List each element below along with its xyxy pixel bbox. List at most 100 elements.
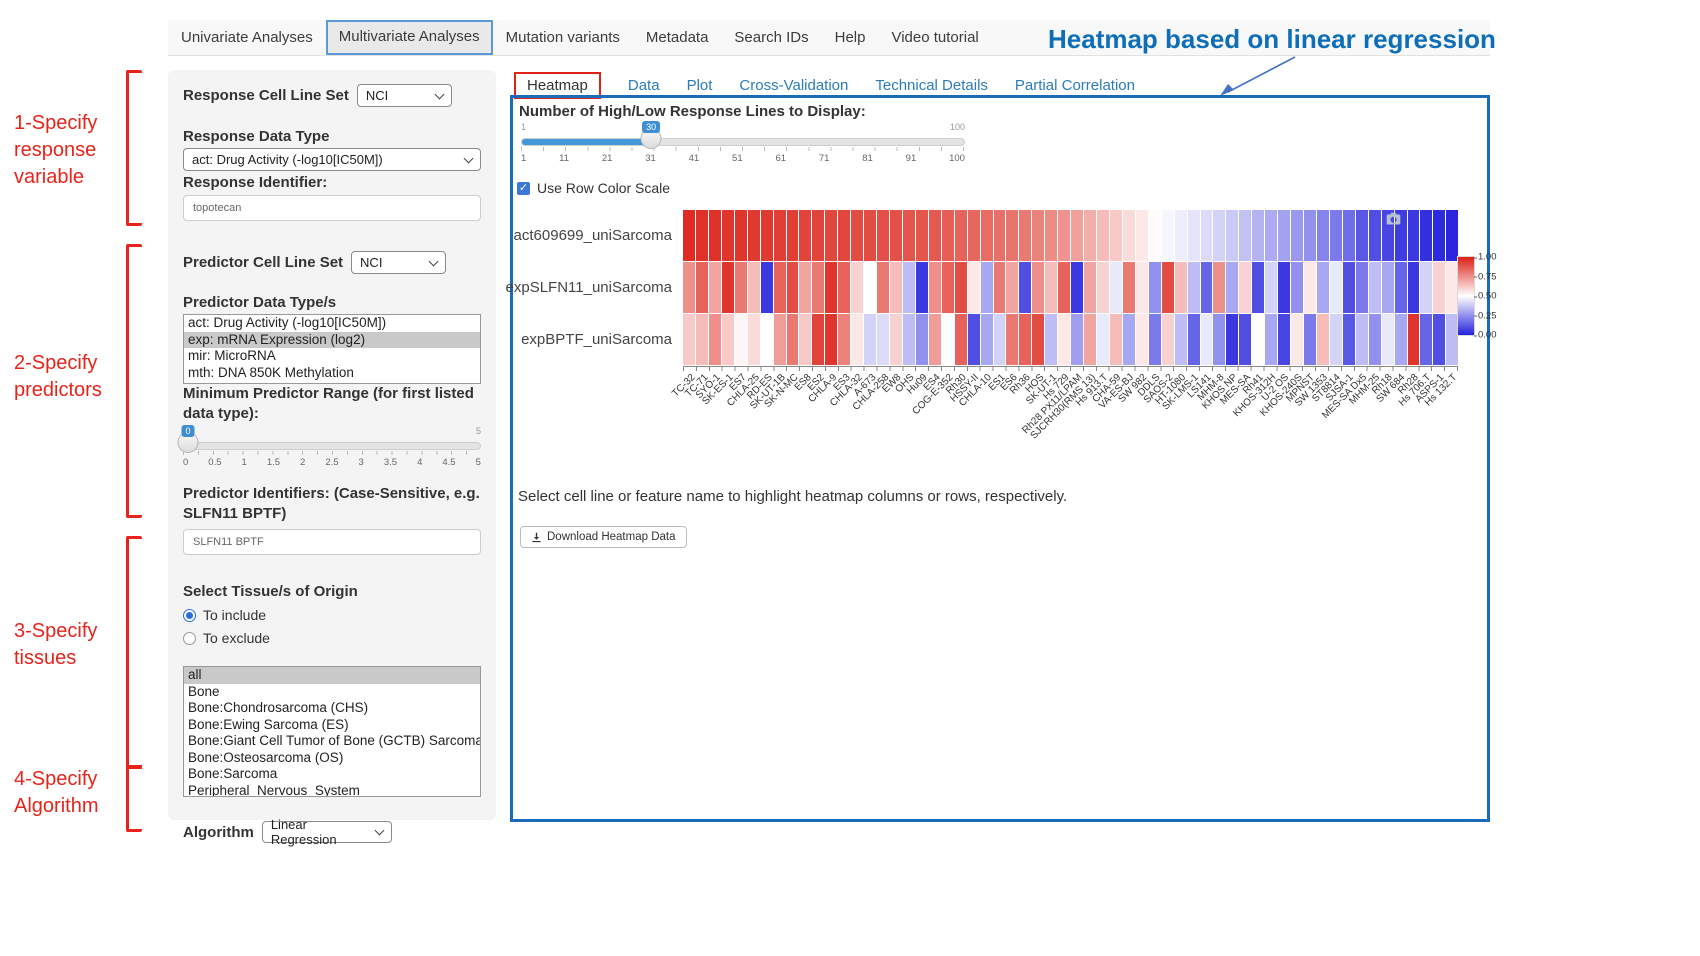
heatmap-cell[interactable] bbox=[890, 210, 902, 261]
predictor-type-option[interactable]: act: Drug Activity (-log10[IC50M]) bbox=[184, 315, 480, 332]
heatmap-cell[interactable] bbox=[1032, 314, 1044, 365]
response-cell-line-set-select[interactable]: NCI bbox=[357, 84, 452, 107]
heatmap-cell[interactable] bbox=[1420, 314, 1432, 365]
response-identifier-input[interactable] bbox=[183, 195, 481, 221]
response-lines-slider[interactable]: 1 100 30 1112131415161718191100 bbox=[521, 122, 965, 162]
heatmap-cell[interactable] bbox=[1265, 210, 1277, 261]
heatmap-cell[interactable] bbox=[1136, 262, 1148, 313]
heatmap-cell[interactable] bbox=[812, 314, 824, 365]
heatmap-cell[interactable] bbox=[890, 314, 902, 365]
heatmap-cell[interactable] bbox=[1330, 210, 1342, 261]
heatmap-cell[interactable] bbox=[1304, 314, 1316, 365]
predictor-identifiers-input[interactable] bbox=[183, 529, 481, 555]
nav-tab-metadata[interactable]: Metadata bbox=[633, 20, 722, 55]
heatmap-cell[interactable] bbox=[1330, 314, 1342, 365]
heatmap-row-label[interactable]: act609699_uniSarcoma bbox=[513, 210, 679, 262]
heatmap-cell[interactable] bbox=[1097, 314, 1109, 365]
heatmap-cell[interactable] bbox=[942, 262, 954, 313]
heatmap-cell[interactable] bbox=[903, 314, 915, 365]
heatmap-cell[interactable] bbox=[1188, 210, 1200, 261]
heatmap-cell[interactable] bbox=[1356, 262, 1368, 313]
nav-tab-mutation-variants[interactable]: Mutation variants bbox=[493, 20, 633, 55]
tissue-option[interactable]: Bone:Giant Cell Tumor of Bone (GCTB) Sar… bbox=[184, 733, 480, 750]
heatmap-cell[interactable] bbox=[1032, 262, 1044, 313]
heatmap-cell[interactable] bbox=[968, 314, 980, 365]
heatmap-cell[interactable] bbox=[1291, 314, 1303, 365]
heatmap-cell[interactable] bbox=[1291, 262, 1303, 313]
heatmap-cell[interactable] bbox=[1433, 314, 1445, 365]
nav-tab-multivariate-analyses[interactable]: Multivariate Analyses bbox=[326, 20, 493, 55]
heatmap-cell[interactable] bbox=[1136, 210, 1148, 261]
heatmap-cell[interactable] bbox=[787, 210, 799, 261]
heatmap-cell[interactable] bbox=[1006, 314, 1018, 365]
heatmap-cell[interactable] bbox=[1420, 262, 1432, 313]
heatmap-cell[interactable] bbox=[799, 314, 811, 365]
heatmap-cell[interactable] bbox=[1084, 210, 1096, 261]
predictor-type-option[interactable]: mir: MicroRNA bbox=[184, 348, 480, 365]
response-data-type-select[interactable]: act: Drug Activity (-log10[IC50M]) bbox=[183, 148, 481, 171]
predictor-type-option[interactable]: mth: DNA 850K Methylation bbox=[184, 365, 480, 382]
heatmap-cell[interactable] bbox=[1278, 314, 1290, 365]
heatmap-cell[interactable] bbox=[1123, 314, 1135, 365]
heatmap-cell[interactable] bbox=[864, 314, 876, 365]
heatmap-cell[interactable] bbox=[1382, 262, 1394, 313]
heatmap-cell[interactable] bbox=[825, 210, 837, 261]
heatmap-cell[interactable] bbox=[735, 262, 747, 313]
heatmap-cell[interactable] bbox=[1175, 262, 1187, 313]
heatmap-cell[interactable] bbox=[1110, 262, 1122, 313]
heatmap-cell[interactable] bbox=[838, 262, 850, 313]
heatmap-cell[interactable] bbox=[1304, 210, 1316, 261]
heatmap-cell[interactable] bbox=[1446, 210, 1458, 261]
heatmap-cell[interactable] bbox=[1252, 210, 1264, 261]
heatmap-cell[interactable] bbox=[1071, 262, 1083, 313]
heatmap-cell[interactable] bbox=[787, 262, 799, 313]
tissue-option[interactable]: Bone:Chondrosarcoma (CHS) bbox=[184, 700, 480, 717]
heatmap-cell[interactable] bbox=[968, 210, 980, 261]
heatmap-cell[interactable] bbox=[1058, 210, 1070, 261]
heatmap-cell[interactable] bbox=[1317, 262, 1329, 313]
heatmap-cell[interactable] bbox=[735, 314, 747, 365]
heatmap-cell[interactable] bbox=[1356, 210, 1368, 261]
heatmap-cell[interactable] bbox=[1304, 262, 1316, 313]
tab-partial-correlation[interactable]: Partial Correlation bbox=[1015, 77, 1135, 94]
heatmap-cell[interactable] bbox=[825, 262, 837, 313]
heatmap-cell[interactable] bbox=[696, 262, 708, 313]
heatmap-cell[interactable] bbox=[981, 262, 993, 313]
download-heatmap-data-button[interactable]: Download Heatmap Data bbox=[520, 526, 687, 548]
heatmap-cell[interactable] bbox=[1201, 262, 1213, 313]
heatmap-cell[interactable] bbox=[1252, 262, 1264, 313]
heatmap-cell[interactable] bbox=[1213, 314, 1225, 365]
heatmap-cell[interactable] bbox=[1226, 262, 1238, 313]
heatmap-cell[interactable] bbox=[851, 314, 863, 365]
heatmap-cell[interactable] bbox=[838, 314, 850, 365]
heatmap-cell[interactable] bbox=[1110, 210, 1122, 261]
heatmap-cell[interactable] bbox=[1278, 210, 1290, 261]
heatmap-cell[interactable] bbox=[1149, 314, 1161, 365]
heatmap-cell[interactable] bbox=[851, 262, 863, 313]
heatmap-cell[interactable] bbox=[1045, 314, 1057, 365]
tab-plot[interactable]: Plot bbox=[687, 77, 713, 94]
heatmap-cell[interactable] bbox=[916, 314, 928, 365]
heatmap-cell[interactable] bbox=[1252, 314, 1264, 365]
heatmap-cell[interactable] bbox=[1408, 210, 1420, 261]
heatmap-cell[interactable] bbox=[1395, 262, 1407, 313]
heatmap-cell[interactable] bbox=[1278, 262, 1290, 313]
predictor-type-option[interactable]: exp: mRNA Expression (log2) bbox=[184, 332, 480, 349]
heatmap-cell[interactable] bbox=[761, 262, 773, 313]
heatmap-cell[interactable] bbox=[968, 262, 980, 313]
tissue-option[interactable]: Bone bbox=[184, 684, 480, 701]
heatmap-cell[interactable] bbox=[903, 262, 915, 313]
heatmap-cell[interactable] bbox=[1356, 314, 1368, 365]
heatmap-cell[interactable] bbox=[1162, 210, 1174, 261]
heatmap-cell[interactable] bbox=[1369, 210, 1381, 261]
heatmap-cell[interactable] bbox=[1201, 210, 1213, 261]
heatmap-cell[interactable] bbox=[877, 210, 889, 261]
heatmap-cell[interactable] bbox=[838, 210, 850, 261]
heatmap-cell[interactable] bbox=[942, 210, 954, 261]
heatmap-cell[interactable] bbox=[929, 210, 941, 261]
min-predictor-range-track[interactable] bbox=[183, 442, 481, 450]
heatmap-cell[interactable] bbox=[1226, 314, 1238, 365]
heatmap-cell[interactable] bbox=[1382, 314, 1394, 365]
heatmap-cell[interactable] bbox=[955, 314, 967, 365]
heatmap-cell[interactable] bbox=[1162, 314, 1174, 365]
